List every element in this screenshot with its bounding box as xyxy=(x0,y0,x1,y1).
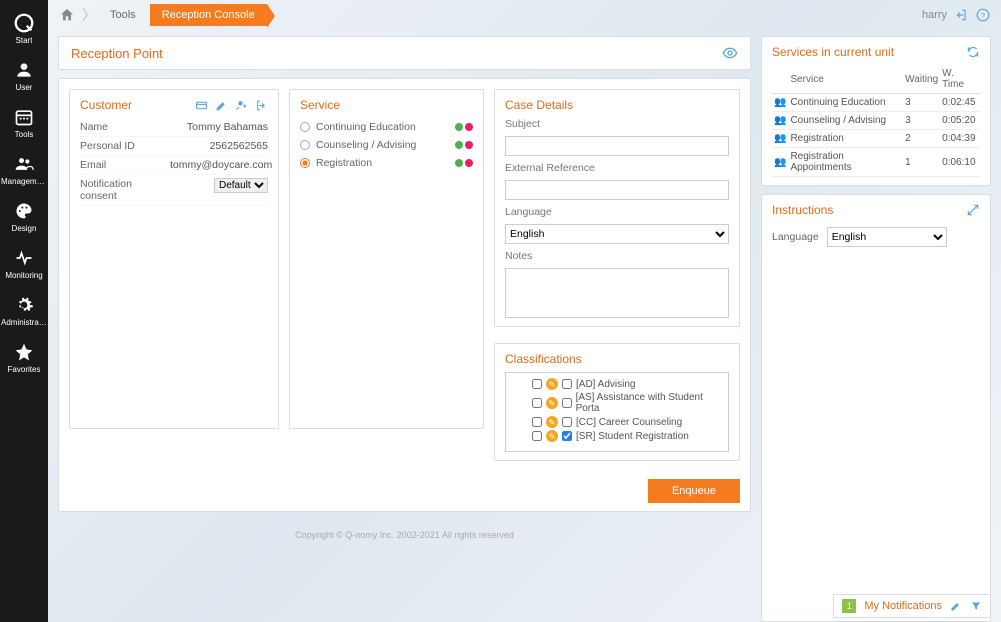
services-unit-title: Services in current unit xyxy=(772,45,894,59)
pencil-icon[interactable] xyxy=(950,600,962,612)
pulse-icon xyxy=(13,247,35,269)
instructions-language-select[interactable]: English xyxy=(827,227,947,247)
calendar-icon xyxy=(13,106,35,128)
case-title: Case Details xyxy=(505,98,573,112)
current-user: harry xyxy=(922,9,947,21)
extref-input[interactable] xyxy=(505,180,729,200)
people-icon xyxy=(13,153,35,175)
classif-item-3[interactable]: ✎[SR] Student Registration xyxy=(510,429,724,443)
language-label: Language xyxy=(505,206,729,218)
reception-header: Reception Point xyxy=(58,36,751,70)
user-icon xyxy=(13,59,35,81)
sidebar-item-favorites[interactable]: Favorites xyxy=(0,335,48,378)
svg-text:?: ? xyxy=(981,11,985,20)
page-title: Reception Point xyxy=(71,46,163,61)
notes-textarea[interactable] xyxy=(505,268,729,318)
breadcrumb-active: Reception Console xyxy=(150,4,267,26)
filter-icon[interactable] xyxy=(970,600,982,612)
breadcrumb-tools[interactable]: Tools xyxy=(102,5,144,25)
customer-notif-row: Notification consentDefault xyxy=(80,175,268,206)
exit-icon[interactable] xyxy=(254,98,268,112)
notif-count-badge: 1 xyxy=(842,599,856,613)
sidebar: Start User Tools Management Design Monit… xyxy=(0,0,48,622)
table-row[interactable]: 👥Counseling / Advising30:05:20 xyxy=(772,112,980,130)
classif-item-1[interactable]: ✎[AS] Assistance with Student Porta xyxy=(510,391,724,415)
gear-icon xyxy=(13,294,35,316)
customer-email-row: Emailtommy@doycare.com xyxy=(80,156,268,175)
case-details-panel: Case Details Subject External Reference … xyxy=(494,89,740,327)
classifications-title: Classifications xyxy=(505,352,582,366)
table-row[interactable]: 👥Registration Appointments10:06:10 xyxy=(772,148,980,177)
subject-input[interactable] xyxy=(505,136,729,156)
edit-icon[interactable] xyxy=(214,98,228,112)
instructions-body xyxy=(772,251,980,411)
card-icon[interactable] xyxy=(194,98,208,112)
help-icon[interactable]: ? xyxy=(975,7,991,23)
sidebar-item-start[interactable]: Start xyxy=(0,6,48,49)
service-option-1[interactable]: Counseling / Advising xyxy=(300,136,473,154)
sidebar-label: Start xyxy=(16,36,33,45)
notes-label: Notes xyxy=(505,250,729,262)
sidebar-item-admin[interactable]: Administrat... xyxy=(0,288,48,331)
classifications-list[interactable]: ✎[AD] Advising ✎[AS] Assistance with Stu… xyxy=(505,372,729,452)
customer-title: Customer xyxy=(80,98,132,112)
expand-icon[interactable] xyxy=(966,203,980,217)
topbar: 〉 Tools Reception Console harry ? xyxy=(48,0,1001,30)
notifications-bar[interactable]: 1 My Notifications xyxy=(833,594,991,618)
extref-label: External Reference xyxy=(505,162,729,174)
instructions-language-label: Language xyxy=(772,231,819,243)
copyright: Copyright © Q-nomy Inc. 2002-2021 All ri… xyxy=(58,520,751,550)
service-option-0[interactable]: Continuing Education xyxy=(300,118,473,136)
notification-consent-select[interactable]: Default xyxy=(214,178,268,193)
subject-label: Subject xyxy=(505,118,729,130)
services-table: Service Waiting W. Time 👥Continuing Educ… xyxy=(772,65,980,177)
table-row[interactable]: 👥Continuing Education30:02:45 xyxy=(772,94,980,112)
logout-icon[interactable] xyxy=(953,7,969,23)
sidebar-item-user[interactable]: User xyxy=(0,53,48,96)
service-panel: Service Continuing Education Counseling … xyxy=(289,89,484,429)
home-icon[interactable] xyxy=(58,6,76,24)
notif-title: My Notifications xyxy=(864,600,942,612)
star-icon xyxy=(13,341,35,363)
customer-pid-row: Personal ID2562562565 xyxy=(80,137,268,156)
logo-icon xyxy=(13,12,35,34)
classifications-panel: Classifications ✎[AD] Advising ✎[AS] Ass… xyxy=(494,343,740,461)
service-option-2[interactable]: Registration xyxy=(300,154,473,172)
customer-panel: Customer NameTommy Bahamas Personal ID25… xyxy=(69,89,279,429)
sidebar-item-design[interactable]: Design xyxy=(0,194,48,237)
services-unit-panel: Services in current unit Service Waiting… xyxy=(761,36,991,186)
sidebar-item-monitoring[interactable]: Monitoring xyxy=(0,241,48,284)
refresh-icon[interactable] xyxy=(966,45,980,59)
sidebar-item-management[interactable]: Management xyxy=(0,147,48,190)
classif-item-2[interactable]: ✎[CC] Career Counseling xyxy=(510,415,724,429)
sidebar-item-tools[interactable]: Tools xyxy=(0,100,48,143)
classif-item-0[interactable]: ✎[AD] Advising xyxy=(510,377,724,391)
instructions-panel: Instructions Language English xyxy=(761,194,991,622)
service-title: Service xyxy=(300,98,340,112)
visibility-icon[interactable] xyxy=(722,45,738,61)
palette-icon xyxy=(13,200,35,222)
enqueue-button[interactable]: Enqueue xyxy=(648,479,740,503)
instructions-title: Instructions xyxy=(772,203,833,217)
user-add-icon[interactable] xyxy=(234,98,248,112)
table-row[interactable]: 👥Registration20:04:39 xyxy=(772,130,980,148)
language-select[interactable]: English xyxy=(505,224,729,244)
customer-name-row: NameTommy Bahamas xyxy=(80,118,268,137)
chevron-right-icon: 〉 xyxy=(82,5,96,25)
